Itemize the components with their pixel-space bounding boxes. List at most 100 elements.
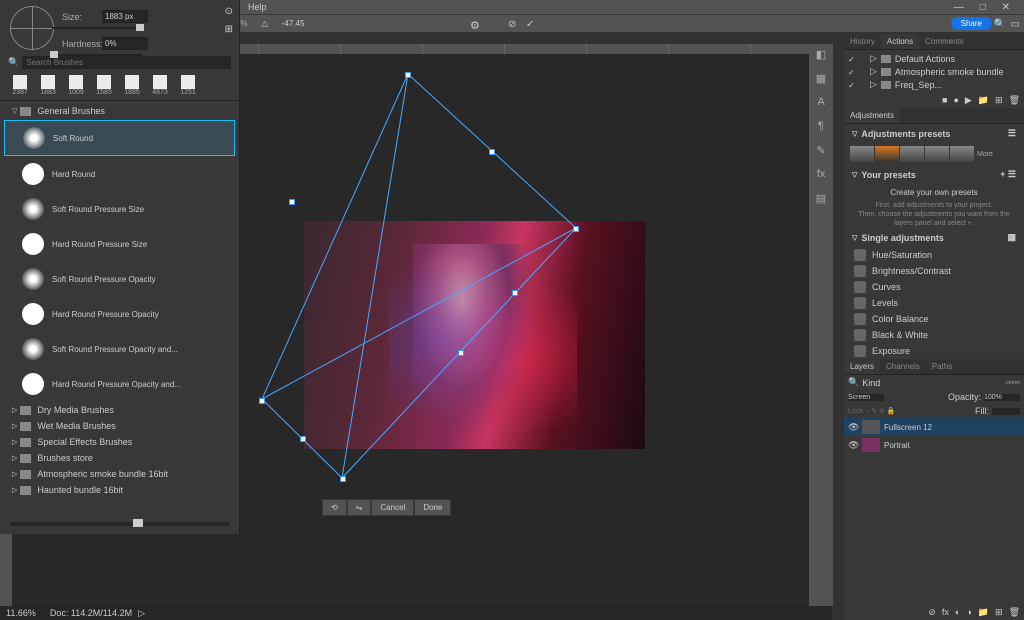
your-presets-header[interactable]: ▽Your presets+ ☰ xyxy=(844,165,1024,184)
layer-row[interactable]: 👁 Fullscreen 12 xyxy=(844,418,1024,436)
brush-soft-round[interactable]: Soft Round xyxy=(4,120,235,156)
transform-handle[interactable] xyxy=(512,290,518,296)
transform-handle[interactable] xyxy=(289,199,295,205)
recent-brush[interactable]: 1009 xyxy=(64,75,88,96)
layer-row[interactable]: 👁 Portrait xyxy=(844,436,1024,454)
size-input[interactable] xyxy=(102,10,148,23)
flip-button[interactable]: ⇋ xyxy=(347,499,372,516)
brush-item[interactable]: Hard Round Pressure Size xyxy=(4,227,235,261)
document-image[interactable] xyxy=(304,221,645,449)
brush-item[interactable]: Hard Round Pressure Opacity and... xyxy=(4,367,235,401)
adj-exposure[interactable]: Exposure xyxy=(844,343,1024,359)
adj-hue[interactable]: Hue/Saturation xyxy=(844,247,1024,263)
brush-hard-round[interactable]: Hard Round xyxy=(4,157,235,191)
transform-handle[interactable] xyxy=(489,149,495,155)
tab-paths[interactable]: Paths xyxy=(926,359,958,374)
folder-wet[interactable]: ▷Wet Media Brushes xyxy=(4,418,235,434)
status-zoom[interactable]: 11.66% xyxy=(6,608,36,618)
transform-handle[interactable] xyxy=(340,476,346,482)
trash-icon[interactable]: 🗑 xyxy=(1009,607,1020,618)
mask-icon[interactable]: ◐ xyxy=(955,607,960,618)
play-icon[interactable]: ▶ xyxy=(965,95,972,106)
adj-levels[interactable]: Levels xyxy=(844,295,1024,311)
recent-brush[interactable]: 1883 xyxy=(36,75,60,96)
tab-channels[interactable]: Channels xyxy=(880,359,926,374)
fill-input[interactable] xyxy=(992,408,1020,415)
link-icon[interactable]: ⊘ xyxy=(928,607,936,618)
patterns-icon[interactable]: ▤ xyxy=(814,192,828,206)
new-icon[interactable]: ⊞ xyxy=(995,95,1003,106)
commit-icon[interactable]: ✓ xyxy=(526,19,534,30)
tab-layers[interactable]: Layers xyxy=(844,359,880,374)
status-doc[interactable]: Doc: 114.2M/114.2M xyxy=(50,608,132,618)
brushes-icon[interactable]: ✎ xyxy=(814,144,828,158)
visibility-icon[interactable]: 👁 xyxy=(848,440,858,451)
action-row[interactable]: ✓▷Default Actions xyxy=(844,52,1024,65)
record-icon[interactable]: ● xyxy=(953,95,958,106)
share-button[interactable]: Share xyxy=(951,17,992,30)
rotation-value[interactable]: -47.45 xyxy=(282,19,305,28)
fx-icon[interactable]: fx xyxy=(942,607,949,618)
brush-item[interactable]: Soft Round Pressure Opacity xyxy=(4,262,235,296)
folder-icon[interactable]: 📁 xyxy=(978,95,989,106)
panel-new-icon[interactable]: ⊞ xyxy=(225,24,233,35)
adj-bw[interactable]: Black & White xyxy=(844,327,1024,343)
preset-thumb[interactable] xyxy=(900,146,924,162)
brush-item[interactable]: Hard Round Pressure Opacity xyxy=(4,297,235,331)
transform-handle[interactable] xyxy=(458,350,464,356)
tab-history[interactable]: History xyxy=(844,34,881,49)
blend-mode[interactable] xyxy=(848,394,884,401)
opacity-input[interactable] xyxy=(984,394,1020,401)
add-icon[interactable]: + ☰ xyxy=(1000,169,1016,180)
reset-button[interactable]: ⟲ xyxy=(322,499,347,516)
filter-kind[interactable]: Kind xyxy=(862,378,880,388)
cancel-icon[interactable]: ⊘ xyxy=(508,19,516,30)
adj-curves[interactable]: Curves xyxy=(844,279,1024,295)
brush-item[interactable]: Soft Round Pressure Opacity and... xyxy=(4,332,235,366)
recent-brush[interactable]: 1251 xyxy=(176,75,200,96)
cancel-button[interactable]: Cancel xyxy=(371,499,414,516)
transform-handle[interactable] xyxy=(259,398,265,404)
done-button[interactable]: Done xyxy=(414,499,451,516)
group-icon[interactable]: 📁 xyxy=(978,607,989,618)
tab-adjustments[interactable]: Adjustments xyxy=(844,108,900,123)
close-icon[interactable]: ✕ xyxy=(1002,2,1010,13)
tab-actions[interactable]: Actions xyxy=(881,34,919,49)
folder-haunted[interactable]: ▷Haunted bundle 16bit xyxy=(4,482,235,498)
list-icon[interactable]: ☰ xyxy=(1008,128,1016,139)
maximize-icon[interactable]: □ xyxy=(980,2,986,13)
preset-thumb[interactable] xyxy=(875,146,899,162)
size-slider[interactable] xyxy=(52,27,142,29)
search-icon[interactable]: 🔍 xyxy=(994,19,1006,30)
menu-help[interactable]: Help xyxy=(248,2,267,12)
character-icon[interactable]: A xyxy=(814,96,828,110)
recent-brush[interactable]: 1885 xyxy=(120,75,144,96)
hardness-slider[interactable] xyxy=(52,54,142,56)
action-row[interactable]: ✓▷Atmospheric smoke bundle xyxy=(844,65,1024,78)
brush-item[interactable]: Soft Round Pressure Size xyxy=(4,192,235,226)
preset-thumb[interactable] xyxy=(850,146,874,162)
hardness-input[interactable] xyxy=(102,37,148,50)
workspace-icon[interactable]: ▭ xyxy=(1011,19,1020,30)
recent-brush[interactable]: 2397 xyxy=(8,75,32,96)
transform-handle[interactable] xyxy=(573,226,579,232)
adj-color-balance[interactable]: Color Balance xyxy=(844,311,1024,327)
folder-sfx[interactable]: ▷Special Effects Brushes xyxy=(4,434,235,450)
brush-size-slider-bottom[interactable] xyxy=(10,522,229,526)
recent-brush[interactable]: 1585 xyxy=(92,75,116,96)
visibility-icon[interactable]: 👁 xyxy=(848,422,858,433)
transform-handle[interactable] xyxy=(300,436,306,442)
folder-dry[interactable]: ▷Dry Media Brushes xyxy=(4,402,235,418)
tab-comments[interactable]: Comments xyxy=(919,34,970,49)
paragraph-icon[interactable]: ¶ xyxy=(814,120,828,134)
folder-atmo[interactable]: ▷Atmospheric smoke bundle 16bit xyxy=(4,466,235,482)
new-layer-icon[interactable]: ⊞ xyxy=(995,607,1003,618)
more-presets[interactable]: More xyxy=(977,151,993,158)
single-adj-header[interactable]: ▽Single adjustments▦ xyxy=(844,228,1024,247)
brush-angle-control[interactable] xyxy=(10,6,54,50)
adj-brightness[interactable]: Brightness/Contrast xyxy=(844,263,1024,279)
trash-icon[interactable]: 🗑 xyxy=(1009,95,1020,106)
preset-thumb[interactable] xyxy=(925,146,949,162)
preset-thumb[interactable] xyxy=(950,146,974,162)
styles-icon[interactable]: fx xyxy=(814,168,828,182)
